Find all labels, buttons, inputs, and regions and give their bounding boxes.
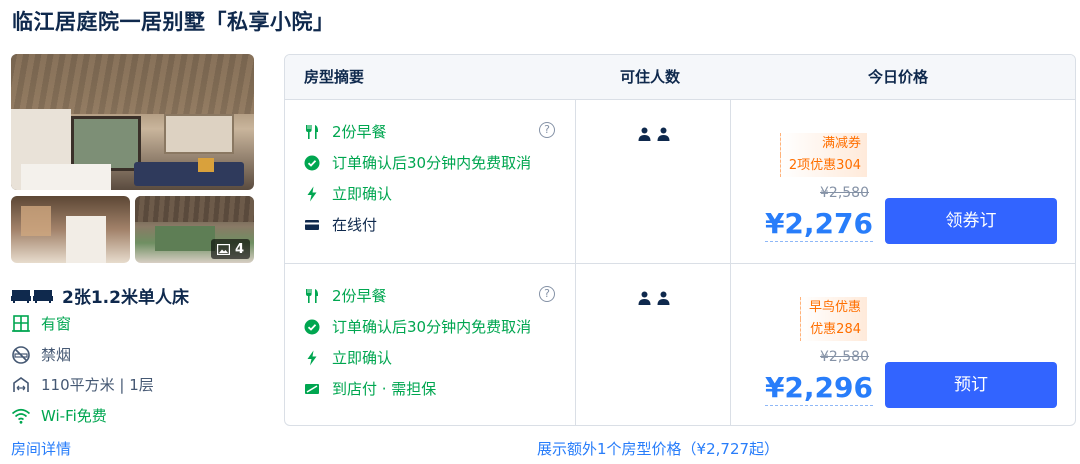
area-label: 110平方米 | 1层: [41, 376, 154, 394]
pay-at-hotel-icon: [305, 383, 319, 394]
lightning-icon: [307, 350, 317, 365]
offer2-cancel-label: 订单确认后30分钟内免费取消: [332, 318, 532, 336]
rate-table: 房型摘要 可住人数 今日价格 2份早餐 ? 订单确认后30分钟内免费取消 立即确…: [284, 54, 1076, 426]
person-icon: [657, 127, 670, 141]
no-smoking-icon: [12, 345, 30, 364]
check-circle-icon: [304, 155, 320, 170]
offer2-capacity: [638, 291, 670, 305]
offer2-instant-confirm: 立即确认: [304, 347, 392, 368]
wifi-info: Wi-Fi免费: [11, 405, 107, 426]
hotel-room-title: 临江居庭院一居别墅「私享小院」: [12, 10, 335, 34]
offer1-breakfast: 2份早餐: [304, 121, 387, 142]
card-icon: [305, 219, 319, 230]
header-today-price: 今日价格: [868, 68, 929, 86]
offer1-help-icon[interactable]: ?: [539, 122, 555, 138]
show-more-room-prices-link[interactable]: 展示额外1个房型价格（¥2,727起）: [537, 438, 779, 459]
window-label: 有窗: [41, 315, 72, 333]
photo-count: 4: [234, 241, 244, 257]
image-icon: [216, 243, 230, 255]
smoking-label: 禁烟: [41, 346, 72, 364]
offer1-price[interactable]: ¥2,276: [764, 207, 873, 242]
person-icon: [638, 127, 651, 141]
offer2-cancel-policy: 订单确认后30分钟内免费取消: [304, 316, 531, 337]
person-icon: [657, 291, 670, 305]
area-icon: [13, 376, 29, 392]
offer1-breakfast-label: 2份早餐: [332, 123, 387, 141]
fork-knife-icon: [306, 288, 318, 303]
bed-icon: [11, 289, 53, 303]
offer2-payment: 到店付 · 需担保: [304, 378, 436, 399]
offer2-promo-line2: 优惠284: [799, 319, 867, 341]
offer1-instant-confirm: 立即确认: [304, 183, 392, 204]
room-details-link[interactable]: 房间详情: [11, 438, 71, 459]
rate-table-header: 房型摘要 可住人数 今日价格: [285, 55, 1075, 100]
offer1-cancel-label: 订单确认后30分钟内免费取消: [332, 154, 532, 172]
check-circle-icon: [304, 319, 320, 334]
offer1-confirm-label: 立即确认: [332, 185, 393, 203]
offer2-breakfast-label: 2份早餐: [332, 287, 387, 305]
offer1-capacity: [638, 127, 670, 141]
offer2-payment-label: 到店付 · 需担保: [332, 380, 437, 398]
offer2-breakfast: 2份早餐: [304, 285, 387, 306]
wifi-icon: [11, 408, 31, 424]
fork-knife-icon: [306, 124, 318, 139]
window-icon: [12, 314, 30, 332]
photo-count-badge: 4: [210, 239, 250, 259]
offer1-cancel-policy: 订单确认后30分钟内免费取消: [304, 152, 531, 173]
offer1-coupon-book-button[interactable]: 领券订: [885, 198, 1057, 244]
area-info: 110平方米 | 1层: [11, 374, 154, 395]
smoking-info: 禁烟: [11, 344, 71, 365]
room-photo-bathroom[interactable]: [11, 196, 130, 263]
bed-label: 2张1.2米单人床: [62, 288, 189, 308]
offer2-book-button[interactable]: 预订: [885, 362, 1057, 408]
window-info: 有窗: [11, 313, 71, 334]
header-capacity: 可住人数: [620, 68, 681, 86]
offer2-confirm-label: 立即确认: [332, 349, 393, 367]
offer2-price[interactable]: ¥2,296: [764, 371, 873, 406]
offer1-original-price: ¥2,580: [820, 185, 869, 201]
header-room-summary: 房型摘要: [304, 68, 365, 86]
offer1-payment: 在线付: [304, 214, 377, 235]
offer2-help-icon[interactable]: ?: [539, 286, 555, 302]
offer1-promo-tag: 满减券 2项优惠304: [779, 133, 867, 177]
offer1-payment-label: 在线付: [332, 216, 378, 234]
offer2-original-price: ¥2,580: [820, 349, 869, 365]
offer2-promo-tag: 早鸟优惠 优惠284: [799, 297, 867, 341]
wifi-label: Wi-Fi免费: [41, 407, 107, 425]
room-photo-bedroom[interactable]: 4: [135, 196, 254, 263]
person-icon: [638, 291, 651, 305]
offer2-promo-line1: 早鸟优惠: [799, 297, 867, 319]
room-photo-main[interactable]: [11, 54, 254, 190]
bed-info: 2张1.2米单人床: [11, 283, 189, 308]
offer1-promo-line1: 满减券: [779, 133, 867, 155]
lightning-icon: [307, 186, 317, 201]
offer1-promo-line2: 2项优惠304: [779, 155, 867, 177]
